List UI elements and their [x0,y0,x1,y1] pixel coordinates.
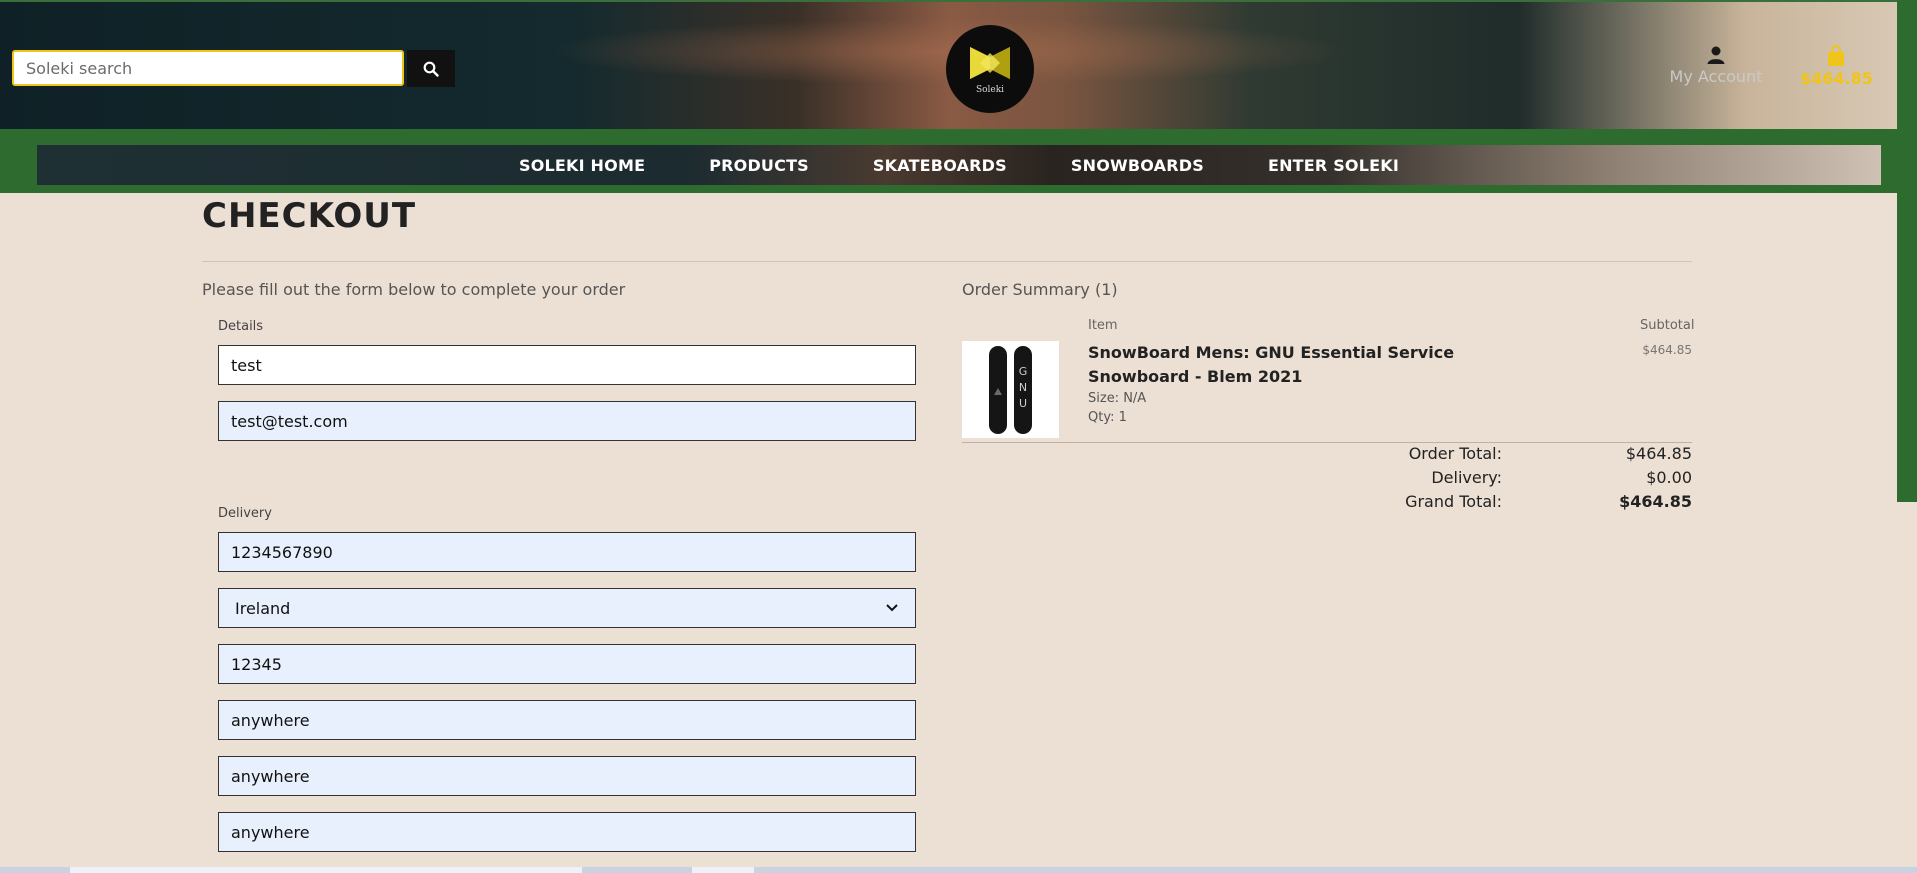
nav-skateboards[interactable]: SKATEBOARDS [873,156,1007,175]
country-select-value: Ireland [235,598,291,618]
header-top-border [0,0,1897,2]
strip-segment-2 [692,867,754,873]
site-logo[interactable]: Soleki [946,25,1034,113]
logo-text: Soleki [975,85,1005,95]
full-name-field[interactable] [218,345,916,385]
main-nav: SOLEKI HOME PRODUCTS SKATEBOARDS SNOWBOA… [37,145,1881,185]
my-account-label: My Account [1669,67,1763,86]
form-intro-text: Please fill out the form below to comple… [202,280,626,299]
delivery-label: Delivery [218,506,272,521]
page-title: CHECKOUT [202,196,417,236]
logo-emblem-icon [970,47,1010,79]
svg-text:G: G [1018,365,1027,378]
street-address-2-field[interactable] [218,812,916,852]
chevron-down-icon [886,604,898,612]
shopping-bag-icon [1828,45,1844,66]
browser-bottom-strip [0,867,1917,873]
country-select[interactable]: Ireland [218,588,916,628]
cart-link[interactable]: $464.85 [1800,45,1873,88]
subtotal-column-header: Subtotal [1640,318,1695,333]
product-name: SnowBoard Mens: GNU Essential Service Sn… [1088,343,1455,386]
phone-field[interactable] [218,532,916,572]
nav-soleki-home[interactable]: SOLEKI HOME [519,156,645,175]
product-size: Size: N/A [1088,391,1147,406]
email-field[interactable] [218,401,916,441]
cart-total: $464.85 [1800,69,1873,88]
grand-total-value: $464.85 [1619,492,1692,511]
strip-segment-1 [70,867,582,873]
title-divider [202,261,1692,262]
svg-text:U: U [1018,397,1026,410]
user-icon [1707,46,1725,64]
right-edge-bar [1897,0,1917,502]
summary-divider [962,442,1692,443]
product-thumbnail[interactable]: G N U [962,341,1059,438]
product-subtotal: $464.85 [1642,343,1692,357]
delivery-cost-label: Delivery: [1431,468,1502,487]
search-icon [423,61,439,77]
product-qty: Qty: 1 [1088,410,1127,425]
grand-total-label: Grand Total: [1405,492,1502,511]
item-column-header: Item [1088,318,1118,333]
postcode-field[interactable] [218,644,916,684]
street-address-1-field[interactable] [218,756,916,796]
svg-text:N: N [1018,381,1026,394]
search-button[interactable] [407,50,455,87]
nav-products[interactable]: PRODUCTS [709,156,809,175]
delivery-cost-value: $0.00 [1646,468,1692,487]
order-summary-title: Order Summary (1) [962,280,1118,299]
nav-snowboards[interactable]: SNOWBOARDS [1071,156,1204,175]
order-total-value: $464.85 [1625,444,1692,463]
nav-enter-soleki[interactable]: ENTER SOLEKI [1268,156,1399,175]
search-input[interactable] [12,50,404,86]
my-account-link[interactable]: My Account [1665,45,1767,86]
snowboard-image: G N U [988,345,1032,434]
town-field[interactable] [218,700,916,740]
order-total-label: Order Total: [1408,444,1502,463]
details-label: Details [218,319,264,334]
